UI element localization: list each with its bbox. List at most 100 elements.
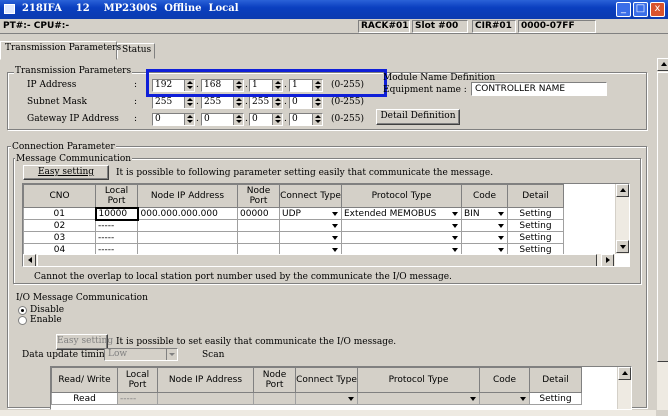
message-group-title: Message Communication bbox=[15, 154, 133, 164]
col-node-ip: Node IP Address bbox=[137, 184, 238, 208]
io-table: Read/ Write Local Port Node IP Address N… bbox=[50, 366, 632, 410]
protocol-select[interactable] bbox=[341, 219, 462, 232]
message-table-vscroll[interactable] bbox=[615, 184, 629, 254]
gateway-range-hint: (0-255) bbox=[331, 114, 364, 124]
setting-link[interactable]: Setting bbox=[507, 219, 564, 232]
maximize-icon[interactable]: □ bbox=[633, 2, 648, 17]
col-connect-type: Connect Type bbox=[279, 184, 342, 208]
local-port-cell[interactable]: 10000 bbox=[94, 206, 139, 221]
node-port-cell[interactable]: 00000 bbox=[237, 207, 280, 220]
connect-type-select[interactable]: UDP bbox=[279, 207, 342, 220]
node-port-cell[interactable] bbox=[237, 219, 280, 232]
node-ip-cell[interactable]: 000.000.000.000 bbox=[137, 207, 238, 220]
col-read-write: Read/ Write bbox=[51, 367, 118, 393]
gateway-octet-3[interactable]: 0 bbox=[249, 113, 283, 126]
detail-definition-button[interactable]: Detail Definition bbox=[376, 109, 460, 125]
minimize-icon[interactable]: _ bbox=[616, 2, 631, 17]
col-detail: Detail bbox=[529, 367, 582, 393]
page-vscroll[interactable] bbox=[656, 58, 668, 410]
gateway-octet-4[interactable]: 0 bbox=[289, 113, 323, 126]
message-table-grid: CNO Local Port Node IP Address Node Port… bbox=[23, 184, 564, 256]
local-port-cell[interactable]: ----- bbox=[95, 219, 138, 232]
gateway-octet-1[interactable]: 0 bbox=[152, 113, 195, 126]
page-hscroll[interactable] bbox=[0, 410, 656, 416]
subnet-octet-3[interactable]: 255 bbox=[249, 96, 283, 109]
protocol-select[interactable] bbox=[341, 231, 462, 244]
io-easy-setting-hint: It is possible to set easily that commun… bbox=[116, 337, 397, 347]
title-bar: 218IFA 12 MP2300S Offline Local _ □ x bbox=[0, 0, 668, 19]
subnet-octet-2[interactable]: 255 bbox=[201, 96, 244, 109]
subnet-octet-1[interactable]: 255 bbox=[152, 96, 195, 109]
data-update-timing-label: Data update timing bbox=[22, 350, 111, 360]
local-port-cell[interactable]: ----- bbox=[95, 231, 138, 244]
spin-arrows-icon[interactable] bbox=[184, 114, 194, 125]
colon: : bbox=[134, 114, 138, 124]
col-local-port: Local Port bbox=[117, 367, 158, 393]
io-enable-label: Enable bbox=[30, 315, 62, 325]
col-code: Code bbox=[479, 367, 530, 393]
scroll-up-icon[interactable] bbox=[657, 58, 668, 71]
table-row: 01 10000 000.000.000.000 00000 UDP Exten… bbox=[23, 206, 564, 221]
io-disable-radio[interactable] bbox=[18, 306, 27, 315]
node-ip-cell[interactable] bbox=[137, 219, 238, 232]
message-table-hscroll-thumb[interactable] bbox=[37, 254, 597, 266]
setting-link[interactable]: Setting bbox=[507, 207, 564, 220]
code-select[interactable] bbox=[461, 219, 508, 232]
spin-arrows-icon[interactable] bbox=[233, 97, 243, 108]
local-port-cell[interactable]: ----- bbox=[117, 392, 158, 405]
connect-type-select[interactable] bbox=[279, 219, 342, 232]
scroll-up-icon[interactable] bbox=[616, 184, 629, 197]
connect-type-select[interactable] bbox=[295, 392, 358, 405]
connect-type-select[interactable] bbox=[279, 231, 342, 244]
equipment-name-input[interactable]: CONTROLLER NAME bbox=[471, 82, 607, 96]
tab-transmission-parameters[interactable]: Transmission Parameters bbox=[0, 41, 121, 60]
col-cno: CNO bbox=[23, 184, 96, 208]
subnet-octet-4[interactable]: 0 bbox=[289, 96, 323, 109]
io-enable-radio[interactable] bbox=[18, 316, 27, 325]
code-select[interactable]: BIN bbox=[461, 207, 508, 220]
ip-address-highlight bbox=[146, 69, 387, 97]
protocol-select[interactable] bbox=[357, 392, 480, 405]
code-select[interactable] bbox=[479, 392, 530, 405]
code-select[interactable] bbox=[461, 231, 508, 244]
cno-cell: 02 bbox=[23, 219, 96, 232]
spin-arrows-icon[interactable] bbox=[272, 97, 282, 108]
col-code: Code bbox=[461, 184, 508, 208]
table-row: 03 ----- Setting bbox=[23, 231, 564, 244]
protocol-select[interactable]: Extended MEMOBUS bbox=[341, 207, 462, 220]
scroll-up-icon[interactable] bbox=[618, 367, 631, 380]
data-update-timing-select[interactable]: Low bbox=[104, 348, 178, 361]
tab-status[interactable]: Status bbox=[117, 43, 155, 59]
col-node-ip: Node IP Address bbox=[157, 367, 254, 393]
setting-link[interactable]: Setting bbox=[529, 392, 582, 405]
table-row: 02 ----- Setting bbox=[23, 219, 564, 232]
message-table-hscroll[interactable] bbox=[23, 254, 615, 266]
node-port-cell[interactable] bbox=[253, 392, 296, 405]
node-ip-cell[interactable] bbox=[137, 231, 238, 244]
gateway-octet-2[interactable]: 0 bbox=[201, 113, 244, 126]
transmission-group-title: Transmission Parameters bbox=[14, 66, 133, 76]
table-row: Read ----- Setting bbox=[51, 392, 582, 405]
scroll-down-icon[interactable] bbox=[616, 240, 629, 253]
node-port-cell[interactable] bbox=[237, 231, 280, 244]
scroll-right-icon[interactable] bbox=[601, 254, 614, 266]
setting-link[interactable]: Setting bbox=[507, 231, 564, 244]
io-easy-setting-button[interactable]: Easy setting bbox=[56, 334, 113, 350]
spin-arrows-icon[interactable] bbox=[312, 97, 322, 108]
io-message-title: I/O Message Communication bbox=[16, 293, 148, 303]
spin-arrows-icon[interactable] bbox=[184, 97, 194, 108]
spin-arrows-icon[interactable] bbox=[312, 114, 322, 125]
spin-arrows-icon[interactable] bbox=[233, 114, 243, 125]
close-icon[interactable]: x bbox=[650, 2, 665, 17]
spin-arrows-icon[interactable] bbox=[272, 114, 282, 125]
ip-address-label: IP Address bbox=[27, 80, 77, 90]
io-table-vscroll[interactable] bbox=[617, 367, 631, 409]
col-protocol-type: Protocol Type bbox=[341, 184, 462, 208]
easy-setting-button[interactable]: Easy setting bbox=[23, 165, 109, 180]
page-vscroll-thumb[interactable] bbox=[657, 72, 668, 362]
io-disable-label: Disable bbox=[30, 305, 65, 315]
node-ip-cell[interactable] bbox=[157, 392, 254, 405]
scroll-left-icon[interactable] bbox=[23, 254, 36, 266]
gateway-label: Gateway IP Address bbox=[27, 114, 119, 124]
chevron-down-icon[interactable] bbox=[166, 349, 177, 360]
